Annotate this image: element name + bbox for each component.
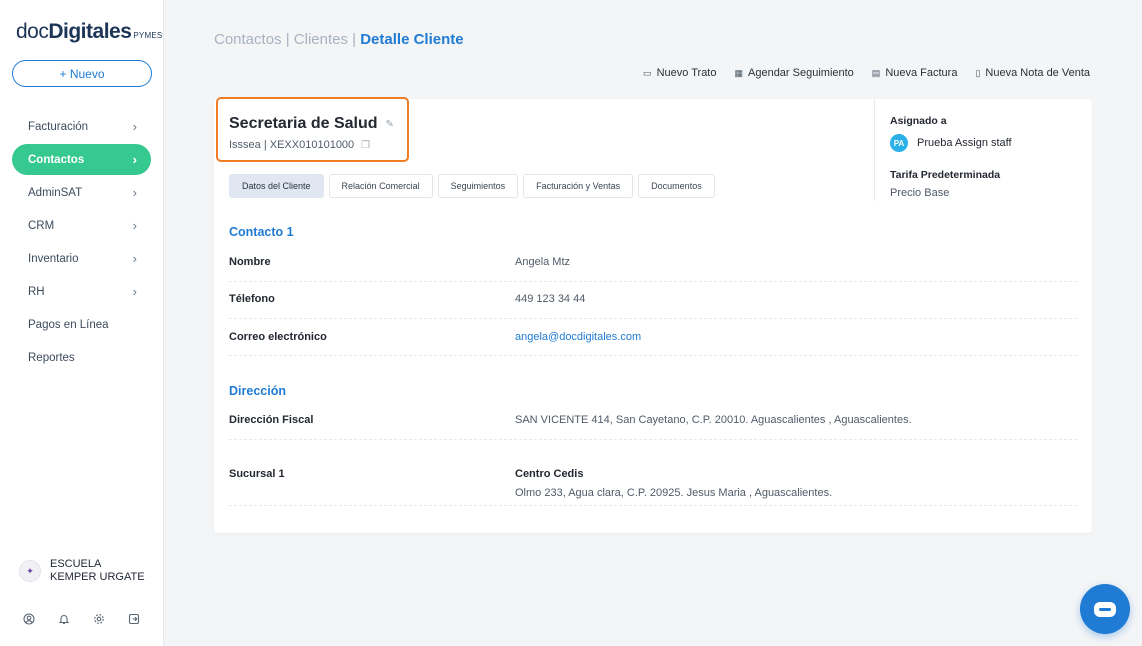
field-label: Télefono — [229, 293, 275, 305]
breadcrumb-current: Detalle Cliente — [360, 31, 464, 48]
address-row-sucursal: Sucursal 1 Centro Cedis Olmo 233, Agua c… — [229, 440, 1077, 506]
detail-tabs: Datos del Cliente Relación Comercial Seg… — [229, 174, 720, 198]
field-value: Angela Mtz — [515, 256, 571, 268]
logo-pymes-text: PYMES — [133, 31, 163, 40]
new-button[interactable]: + Nuevo — [12, 60, 152, 87]
sidebar-item-label: Reportes — [28, 351, 75, 364]
copy-icon[interactable]: ❐ — [361, 140, 370, 151]
schedule-followup-button[interactable]: ▦ Agendar Seguimiento — [734, 67, 853, 79]
chevron-right-icon: › — [132, 119, 137, 134]
new-deal-button[interactable]: ▭ Nuevo Trato — [643, 67, 716, 79]
breadcrumb-separator: | — [281, 31, 294, 48]
client-name: Secretaria de Salud ✎ — [229, 115, 394, 133]
sidebar-item-reportes[interactable]: Reportes — [12, 342, 151, 373]
field-label: Nombre — [229, 256, 271, 268]
chat-support-button[interactable] — [1080, 584, 1130, 634]
sidebar-nav: Facturación › Contactos › AdminSAT › CRM… — [12, 111, 151, 375]
email-link[interactable]: angela@docdigitales.com — [515, 331, 641, 343]
sidebar-item-label: Facturación — [28, 120, 89, 133]
deal-icon: ▭ — [643, 67, 652, 78]
tab-seguimientos[interactable]: Seguimientos — [437, 174, 519, 198]
tab-facturacion-y-ventas[interactable]: Facturación y Ventas — [523, 174, 634, 198]
chevron-right-icon: › — [132, 251, 137, 266]
sidebar: doc Digitales PYMES + Nuevo Facturación › … — [0, 0, 164, 646]
sidebar-item-label: CRM — [28, 219, 55, 232]
bell-icon[interactable] — [57, 612, 71, 626]
schedule-followup-label: Agendar Seguimiento — [748, 67, 854, 79]
tariff-label: Tarifa Predeterminada — [890, 169, 1001, 181]
address-row-fiscal: Dirección Fiscal SAN VICENTE 414, San Ca… — [229, 408, 1077, 440]
branch-address: Olmo 233, Agua clara, C.P. 20925. Jesus … — [515, 487, 833, 499]
docdigitales-logo[interactable]: doc Digitales PYMES — [16, 20, 162, 46]
breadcrumb-separator: | — [347, 31, 361, 48]
client-subtitle-text: Isssea | XEXX010101000 — [229, 139, 355, 151]
sidebar-item-crm[interactable]: CRM › — [12, 210, 151, 241]
company-name: ESCUELA KEMPER URGATE — [50, 558, 145, 583]
tab-datos-del-cliente[interactable]: Datos del Cliente — [229, 174, 324, 198]
company-logo-icon: ✦ — [19, 560, 41, 582]
chevron-right-icon: › — [132, 185, 137, 200]
sidebar-footer — [22, 612, 162, 626]
chat-bubble-icon — [1094, 601, 1116, 617]
tab-relacion-comercial[interactable]: Relación Comercial — [328, 174, 433, 198]
invoice-icon: ▤ — [871, 67, 881, 78]
address-section-title: Dirección — [229, 384, 286, 398]
breadcrumb-clientes[interactable]: Clientes — [294, 31, 348, 48]
new-invoice-button[interactable]: ▤ Nueva Factura — [872, 67, 958, 79]
sidebar-item-label: Contactos — [28, 153, 85, 166]
new-button-label: + Nuevo — [59, 66, 105, 81]
logo-digitales-text: Digitales — [48, 20, 132, 43]
sidebar-item-contactos[interactable]: Contactos › — [12, 144, 151, 175]
client-subtitle: Isssea | XEXX010101000 ❐ — [229, 139, 370, 151]
chevron-right-icon: › — [132, 284, 137, 299]
sidebar-item-label: AdminSAT — [28, 186, 83, 199]
tab-documentos[interactable]: Documentos — [638, 174, 715, 198]
client-detail-card: Secretaria de Salud ✎ Isssea | XEXX01010… — [214, 97, 1092, 533]
logo-doc-text: doc — [16, 20, 49, 43]
field-label: Dirección Fiscal — [229, 414, 314, 426]
calendar-icon: ▦ — [734, 67, 743, 78]
sidebar-item-label: Pagos en Línea — [28, 318, 109, 331]
breadcrumb: Contactos | Clientes | Detalle Cliente — [214, 31, 464, 48]
contact-section-title: Contacto 1 — [229, 225, 294, 239]
contact-row-telefono: Télefono 449 123 34 44 — [229, 282, 1077, 319]
chevron-right-icon: › — [132, 152, 137, 167]
chevron-right-icon: › — [132, 218, 137, 233]
logout-icon[interactable] — [127, 612, 141, 626]
user-circle-icon[interactable] — [22, 612, 36, 626]
sidebar-item-facturacion[interactable]: Facturación › — [12, 111, 151, 142]
company-switcher[interactable]: ✦ ESCUELA KEMPER URGATE — [19, 558, 150, 584]
sidebar-item-inventario[interactable]: Inventario › — [12, 243, 151, 274]
sidebar-item-label: Inventario — [28, 252, 79, 265]
field-label: Sucursal 1 — [229, 468, 285, 480]
tariff-value: Precio Base — [890, 187, 950, 199]
client-name-text: Secretaria de Salud — [229, 115, 378, 132]
action-bar: ▭ Nuevo Trato ▦ Agendar Seguimiento ▤ Nu… — [625, 67, 1090, 79]
contact-row-nombre: Nombre Angela Mtz — [229, 249, 1077, 282]
gear-icon[interactable] — [92, 612, 106, 626]
breadcrumb-contactos[interactable]: Contactos — [214, 31, 282, 48]
edit-pencil-icon[interactable]: ✎ — [386, 119, 394, 130]
assignee-avatar: PA — [890, 134, 908, 152]
field-value: 449 123 34 44 — [515, 293, 586, 305]
new-sales-note-button[interactable]: ▯ Nueva Nota de Venta — [975, 67, 1090, 79]
assignment-panel: Asignado a PA Prueba Assign staff Tarifa… — [874, 99, 1092, 201]
contact-row-correo: Correo electrónico angela@docdigitales.c… — [229, 319, 1077, 356]
assignee-name: Prueba Assign staff — [917, 137, 1012, 149]
sidebar-item-adminsat[interactable]: AdminSAT › — [12, 177, 151, 208]
assigned-label: Asignado a — [890, 115, 947, 127]
new-deal-label: Nuevo Trato — [656, 67, 717, 79]
new-invoice-label: Nueva Factura — [885, 67, 958, 79]
sales-note-icon: ▯ — [975, 67, 981, 78]
new-sales-note-label: Nueva Nota de Venta — [985, 67, 1090, 79]
sidebar-item-pagos-en-linea[interactable]: Pagos en Línea — [12, 309, 151, 340]
sidebar-item-label: RH — [28, 285, 45, 298]
assignee[interactable]: PA Prueba Assign staff — [890, 134, 1012, 152]
field-label: Correo electrónico — [229, 331, 327, 343]
field-value: SAN VICENTE 414, San Cayetano, C.P. 2001… — [515, 414, 912, 426]
sidebar-item-rh[interactable]: RH › — [12, 276, 151, 307]
branch-name: Centro Cedis — [515, 468, 584, 480]
